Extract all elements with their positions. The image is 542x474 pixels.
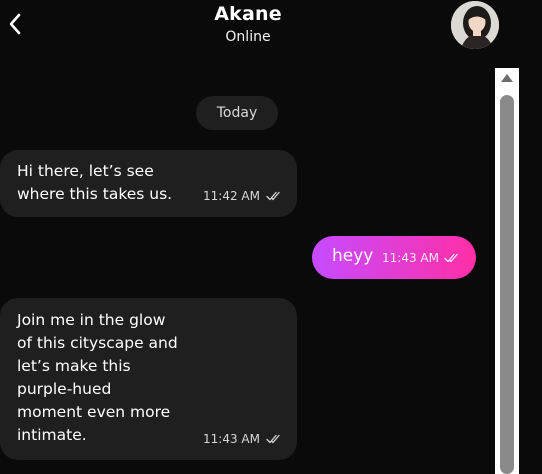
chat-scrollbar[interactable] [495,68,519,474]
message-text: Hi there, let’s see where this takes us. [17,162,173,203]
message-time: 11:42 AM [203,189,260,203]
date-divider: Today [196,96,278,130]
double-check-icon [266,434,280,444]
double-check-icon [266,191,280,201]
triangle-up-icon [501,74,513,82]
message-time: 11:43 AM [382,251,439,265]
message-meta: 11:43 AM [203,432,282,446]
message-text: Join me in the glow of this cityscape an… [17,311,178,444]
message-text: heyy [332,246,374,266]
avatar[interactable] [451,1,499,49]
chat-header: Akane Online [0,0,542,62]
message-time: 11:43 AM [203,432,260,446]
scroll-thumb[interactable] [500,95,514,474]
double-check-icon [444,253,458,263]
avatar-photo [451,1,499,49]
message-meta: 11:43 AM [382,251,460,265]
incoming-message[interactable]: Join me in the glow of this cityscape an… [0,298,297,460]
scroll-up-button[interactable] [495,68,519,88]
contact-status: Online [225,29,271,45]
message-meta: 11:42 AM [203,189,282,203]
incoming-message[interactable]: Hi there, let’s see where this takes us.… [0,150,297,217]
contact-name: Akane [214,3,282,25]
outgoing-message[interactable]: heyy 11:43 AM [312,236,476,279]
